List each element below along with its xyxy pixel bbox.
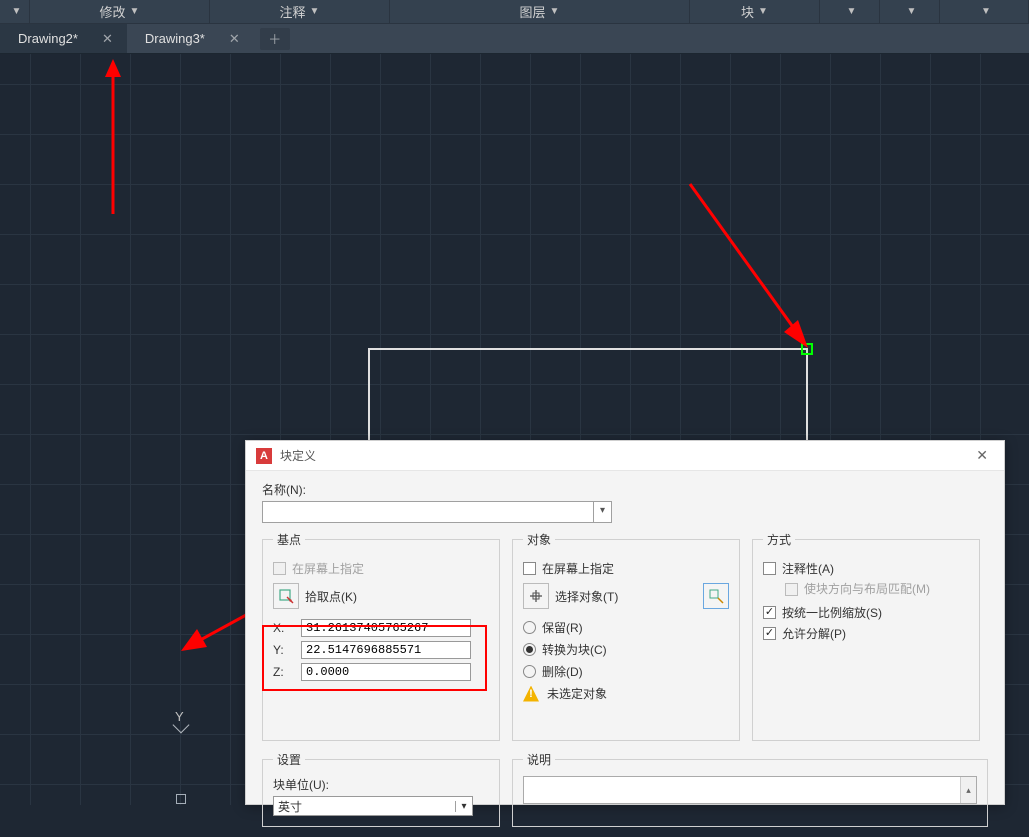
delete-radio[interactable] (523, 665, 536, 678)
ribbon-dropdown-left[interactable]: ▼ (0, 0, 30, 23)
convert-radio[interactable] (523, 643, 536, 656)
settings-legend: 设置 (273, 751, 305, 768)
annotative-label: 注释性(A) (782, 560, 834, 577)
objects-group: 对象 在屏幕上指定 选择对象(T) (512, 531, 740, 741)
chevron-down-icon: ▼ (310, 6, 320, 17)
none-selected-label: 未选定对象 (547, 685, 607, 702)
chevron-down-icon: ▾ (455, 801, 472, 812)
close-icon[interactable]: ✕ (229, 31, 240, 47)
dialog-title-text: 块定义 (280, 447, 970, 464)
base-point-legend: 基点 (273, 531, 305, 548)
allow-explode-label: 允许分解(P) (782, 625, 846, 642)
block-unit-value: 英寸 (278, 798, 455, 815)
name-label: 名称(N): (262, 481, 988, 498)
chevron-down-icon: ▼ (12, 6, 22, 17)
app-logo-icon: A (256, 448, 272, 464)
drawn-rectangle-right-edge (806, 348, 808, 448)
selection-grip[interactable] (801, 343, 813, 355)
annotation-arrow (680, 174, 820, 354)
close-button[interactable]: ✕ (970, 445, 994, 466)
scale-uniform-checkbox[interactable] (763, 606, 776, 619)
new-tab-button[interactable]: ＋ (260, 28, 290, 50)
ribbon-tab-annotate[interactable]: 注释▼ (210, 0, 390, 23)
behavior-group: 方式 注释性(A) 使块方向与布局匹配(M) 按统一比例缩放(S) (752, 531, 980, 741)
warning-icon: ! (523, 686, 539, 702)
file-tab-label: Drawing3* (145, 31, 205, 46)
ribbon-bar: ▼ 修改▼ 注释▼ 图层▼ 块▼ ▼ ▼ ▼ (0, 0, 1029, 24)
dialog-titlebar[interactable]: A 块定义 ✕ (246, 441, 1004, 471)
retain-label: 保留(R) (542, 619, 583, 636)
settings-group: 设置 块单位(U): 英寸 ▾ (262, 751, 500, 827)
pick-point-icon (278, 588, 294, 604)
quick-select-button[interactable] (703, 583, 729, 609)
select-objects-label: 选择对象(T) (555, 588, 695, 605)
chevron-down-icon: ▼ (550, 6, 560, 17)
file-tab-drawing2[interactable]: Drawing2* ✕ (0, 24, 127, 53)
file-tab-drawing3[interactable]: Drawing3* ✕ (127, 24, 254, 53)
annotation-arrow (98, 59, 128, 219)
ribbon-dropdown-b[interactable]: ▼ (880, 0, 940, 23)
delete-label: 删除(D) (542, 663, 583, 680)
match-orientation-label: 使块方向与布局匹配(M) (804, 581, 930, 598)
behavior-legend: 方式 (763, 531, 795, 548)
retain-radio[interactable] (523, 621, 536, 634)
annotation-highlight-box (262, 625, 487, 691)
annotative-checkbox[interactable] (763, 562, 776, 575)
ribbon-dropdown-c[interactable]: ▼ (940, 0, 1029, 23)
description-group: 说明 ▴ (512, 751, 988, 827)
block-unit-select[interactable]: 英寸 ▾ (273, 796, 473, 816)
chevron-down-icon: ▼ (907, 6, 917, 17)
chevron-down-icon: ▼ (130, 6, 140, 17)
ribbon-dropdown-a[interactable]: ▼ (820, 0, 880, 23)
scrollbar[interactable]: ▴ (960, 777, 976, 803)
pick-point-label: 拾取点(K) (305, 588, 357, 605)
chevron-down-icon: ▼ (758, 6, 768, 17)
quick-select-icon (708, 588, 724, 604)
chevron-down-icon: ▼ (847, 6, 857, 17)
block-name-combobox[interactable]: ▾ (262, 501, 612, 523)
file-tab-label: Drawing2* (18, 31, 78, 46)
select-objects-icon (528, 588, 544, 604)
objects-on-screen-label: 在屏幕上指定 (542, 560, 614, 577)
pick-point-button[interactable] (273, 583, 299, 609)
file-tabs: Drawing2* ✕ Drawing3* ✕ ＋ (0, 24, 1029, 54)
unit-label: 块单位(U): (273, 776, 489, 793)
select-objects-button[interactable] (523, 583, 549, 609)
objects-legend: 对象 (523, 531, 555, 548)
objects-on-screen-checkbox[interactable] (523, 562, 536, 575)
ucs-grip[interactable] (176, 794, 186, 804)
match-orientation-checkbox (785, 583, 798, 596)
chevron-down-icon: ▾ (593, 502, 611, 522)
ribbon-tab-modify[interactable]: 修改▼ (30, 0, 210, 23)
ribbon-tab-block[interactable]: 块▼ (690, 0, 820, 23)
chevron-down-icon: ▼ (981, 6, 991, 17)
specify-on-screen-checkbox (273, 562, 286, 575)
convert-label: 转换为块(C) (542, 641, 607, 658)
allow-explode-checkbox[interactable] (763, 627, 776, 640)
close-icon[interactable]: ✕ (102, 31, 113, 47)
specify-on-screen-label: 在屏幕上指定 (292, 560, 364, 577)
description-textarea[interactable]: ▴ (523, 776, 977, 804)
description-legend: 说明 (523, 751, 555, 768)
plus-icon: ＋ (268, 29, 281, 48)
scale-uniform-label: 按统一比例缩放(S) (782, 604, 882, 621)
ribbon-tab-layer[interactable]: 图层▼ (390, 0, 690, 23)
block-definition-dialog: A 块定义 ✕ 名称(N): ▾ 基点 在屏幕上指定 (245, 440, 1005, 805)
